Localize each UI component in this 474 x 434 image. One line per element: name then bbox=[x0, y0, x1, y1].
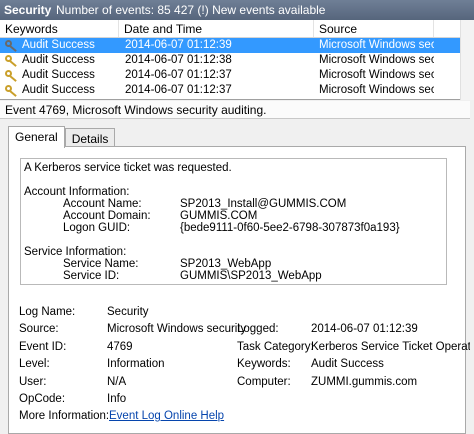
account-name-value: SP2013_Install@GUMMIS.COM bbox=[180, 198, 347, 210]
column-header-date-time[interactable]: Date and Time bbox=[119, 20, 314, 37]
service-id-value: GUMMIS\SP2013_WebApp bbox=[180, 270, 322, 282]
source-cell: Microsoft Windows sec... bbox=[319, 54, 434, 66]
source-cell: Microsoft Windows sec... bbox=[319, 39, 434, 51]
logon-guid-label: Logon GUID: bbox=[63, 222, 131, 234]
grid-header: Keywords Date and Time Source bbox=[0, 20, 474, 38]
datetime-cell: 2014-06-07 01:12:37 bbox=[125, 69, 232, 81]
keyword-cell: Audit Success bbox=[22, 54, 95, 66]
datetime-cell: 2014-06-07 01:12:38 bbox=[125, 54, 232, 66]
message-intro: A Kerberos service ticket was requested. bbox=[24, 162, 232, 174]
opcode-label: OpCode: bbox=[19, 393, 66, 405]
logged-value: 2014-06-07 01:12:39 bbox=[311, 323, 418, 335]
account-domain-label: Account Domain: bbox=[63, 210, 151, 222]
keyword-cell: Audit Success bbox=[22, 84, 95, 96]
log-name-label: Log Name: bbox=[19, 306, 76, 318]
event-row[interactable]: Audit Success 2014-06-07 01:12:37 Micros… bbox=[0, 68, 474, 83]
event-header: Event 4769, Microsoft Windows security a… bbox=[0, 101, 474, 119]
user-label: User: bbox=[19, 376, 47, 388]
event-log-help-link[interactable]: Event Log Online Help bbox=[109, 410, 224, 422]
user-value: N/A bbox=[107, 376, 127, 388]
logon-guid-value: {bede9111-0f60-5ee2-6798-307873f0a193} bbox=[180, 222, 400, 234]
opcode-value: Info bbox=[107, 393, 127, 405]
detail-tabs: General Details bbox=[8, 126, 116, 148]
logged-label: Logged: bbox=[237, 323, 279, 335]
service-name-value: SP2013_WebApp bbox=[180, 258, 272, 270]
datetime-cell: 2014-06-07 01:12:37 bbox=[125, 84, 232, 96]
computer-value: ZUMMI.gummis.com bbox=[311, 376, 418, 388]
tab-details[interactable]: Details bbox=[64, 128, 116, 148]
source-value: Microsoft Windows security bbox=[107, 323, 247, 335]
log-name: Security bbox=[4, 3, 52, 17]
keywords-value: Audit Success bbox=[311, 358, 384, 370]
key-icon bbox=[5, 54, 18, 67]
keyword-cell: Audit Success bbox=[22, 69, 95, 81]
event-id-value: 4769 bbox=[107, 341, 133, 353]
grid-scrollbar[interactable] bbox=[460, 20, 474, 100]
column-header-keywords[interactable]: Keywords bbox=[0, 20, 119, 37]
task-category-label: Task Category: bbox=[237, 341, 314, 353]
service-section-label: Service Information: bbox=[24, 246, 127, 258]
level-value: Information bbox=[107, 358, 165, 370]
event-id-label: Event ID: bbox=[19, 341, 67, 353]
event-row[interactable]: Audit Success 2014-06-07 01:12:37 Micros… bbox=[0, 83, 474, 98]
window-edge bbox=[470, 101, 474, 434]
general-panel: A Kerberos service ticket was requested.… bbox=[8, 146, 474, 434]
key-icon bbox=[5, 39, 18, 52]
more-info-label: More Information: bbox=[19, 410, 110, 422]
key-icon bbox=[5, 84, 18, 97]
account-section-label: Account Information: bbox=[24, 186, 130, 198]
account-name-label: Account Name: bbox=[63, 198, 142, 210]
service-name-label: Service Name: bbox=[63, 258, 139, 270]
source-label: Source: bbox=[19, 323, 59, 335]
service-id-label: Service ID: bbox=[63, 270, 120, 282]
task-category-value: Kerberos Service Ticket Operations bbox=[311, 341, 474, 353]
source-cell: Microsoft Windows sec... bbox=[319, 84, 434, 96]
event-message[interactable]: A Kerberos service ticket was requested.… bbox=[20, 158, 447, 285]
computer-label: Computer: bbox=[237, 376, 291, 388]
column-header-source[interactable]: Source bbox=[314, 20, 434, 37]
event-row[interactable]: Audit Success 2014-06-07 01:12:38 Micros… bbox=[0, 53, 474, 68]
datetime-cell: 2014-06-07 01:12:39 bbox=[125, 39, 232, 51]
account-domain-value: GUMMIS.COM bbox=[180, 210, 258, 222]
event-count: Number of events: 85 427 (!) New events … bbox=[56, 3, 326, 17]
keywords-label: Keywords: bbox=[237, 358, 291, 370]
events-grid[interactable]: Keywords Date and Time Source Audit Succ… bbox=[0, 20, 474, 100]
log-name-value: Security bbox=[107, 306, 149, 318]
key-icon bbox=[5, 69, 18, 82]
event-row[interactable]: Audit Success 2014-06-07 01:12:39 Micros… bbox=[0, 38, 474, 53]
log-titlebar: Security Number of events: 85 427 (!) Ne… bbox=[0, 0, 474, 20]
source-cell: Microsoft Windows sec... bbox=[319, 69, 434, 81]
tab-general[interactable]: General bbox=[8, 126, 65, 148]
keyword-cell: Audit Success bbox=[22, 39, 95, 51]
level-label: Level: bbox=[19, 358, 50, 370]
